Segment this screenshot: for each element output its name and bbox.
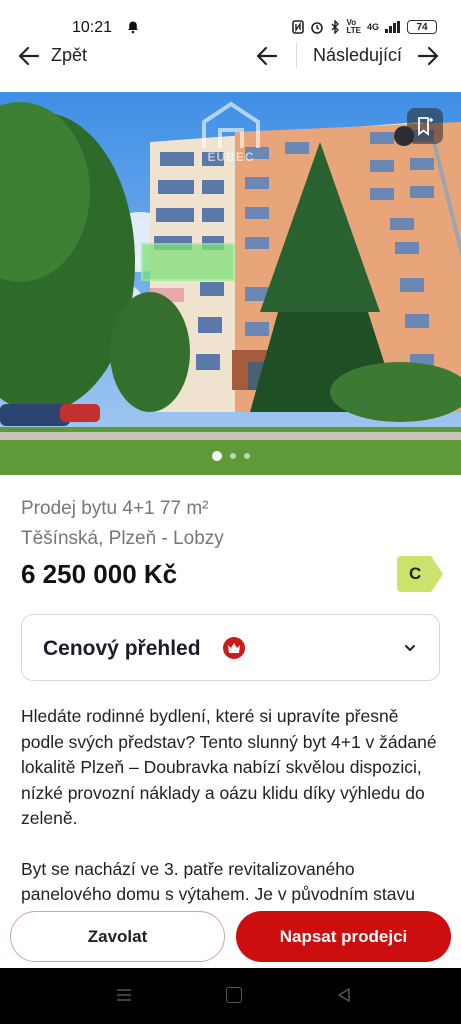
watermark-logo: EUBEC: [198, 100, 264, 164]
volte-icon: Vo LTE: [346, 18, 361, 35]
listing-description: Hledáte rodinné bydlení, které si upraví…: [21, 704, 441, 904]
nfc-icon: [292, 20, 305, 34]
watermark-text: EUBEC: [207, 150, 255, 164]
listing-price: 6 250 000 Kč: [21, 559, 178, 589]
back-button[interactable]: Zpět: [51, 45, 87, 66]
prev-arrow-icon[interactable]: [256, 46, 278, 66]
listing-title: Prodej bytu 4+1 77 m²: [21, 498, 209, 519]
energy-class-label: C: [409, 564, 422, 583]
carousel-dots: [0, 451, 461, 461]
system-back-icon[interactable]: [336, 987, 352, 1003]
status-icons: Vo LTE 4G 74: [292, 19, 437, 35]
action-bar: Zavolat Napsat prodejci: [0, 904, 461, 968]
listing-photo[interactable]: EUBEC: [0, 92, 461, 475]
status-time: 10:21: [72, 19, 113, 36]
energy-class-badge[interactable]: C: [397, 556, 443, 592]
carousel-dot[interactable]: [243, 453, 250, 459]
description-viewport: Hledáte rodinné bydlení, které si upraví…: [0, 700, 461, 904]
message-seller-button[interactable]: Napsat prodejci: [236, 911, 451, 962]
signal-icon: [385, 21, 400, 33]
back-arrow-icon[interactable]: [18, 46, 40, 66]
system-navigation-bar: [0, 968, 461, 1024]
chevron-down-icon: [405, 645, 415, 651]
description-paragraph: Byt se nachází ve 3. patře revitalizovan…: [21, 858, 415, 905]
description-paragraph: Hledáte rodinné bydlení, které si upraví…: [21, 706, 437, 828]
next-button[interactable]: Následující: [313, 45, 402, 66]
bell-icon: [128, 21, 138, 34]
network-type: 4G: [366, 22, 379, 32]
nav-divider: [296, 42, 297, 68]
crown-icon: [223, 637, 245, 659]
bookmark-icon: [418, 117, 433, 136]
carousel-dot[interactable]: [211, 451, 222, 461]
price-overview-label: Cenový přehled: [43, 637, 201, 660]
top-navigation: Zpět Následující: [0, 36, 461, 76]
recent-apps-icon[interactable]: [116, 987, 132, 1003]
price-overview-dropdown[interactable]: Cenový přehled: [21, 614, 440, 681]
call-button[interactable]: Zavolat: [10, 911, 225, 962]
bluetooth-icon: [331, 20, 340, 34]
battery-indicator: 74: [407, 20, 437, 34]
carousel-dot[interactable]: [229, 453, 236, 459]
listing-address: Těšínská, Plzeň - Lobzy: [21, 528, 224, 549]
save-listing-button[interactable]: [407, 108, 443, 144]
next-arrow-icon[interactable]: [417, 46, 439, 66]
alarm-icon: [311, 22, 324, 34]
home-icon[interactable]: [226, 987, 242, 1003]
